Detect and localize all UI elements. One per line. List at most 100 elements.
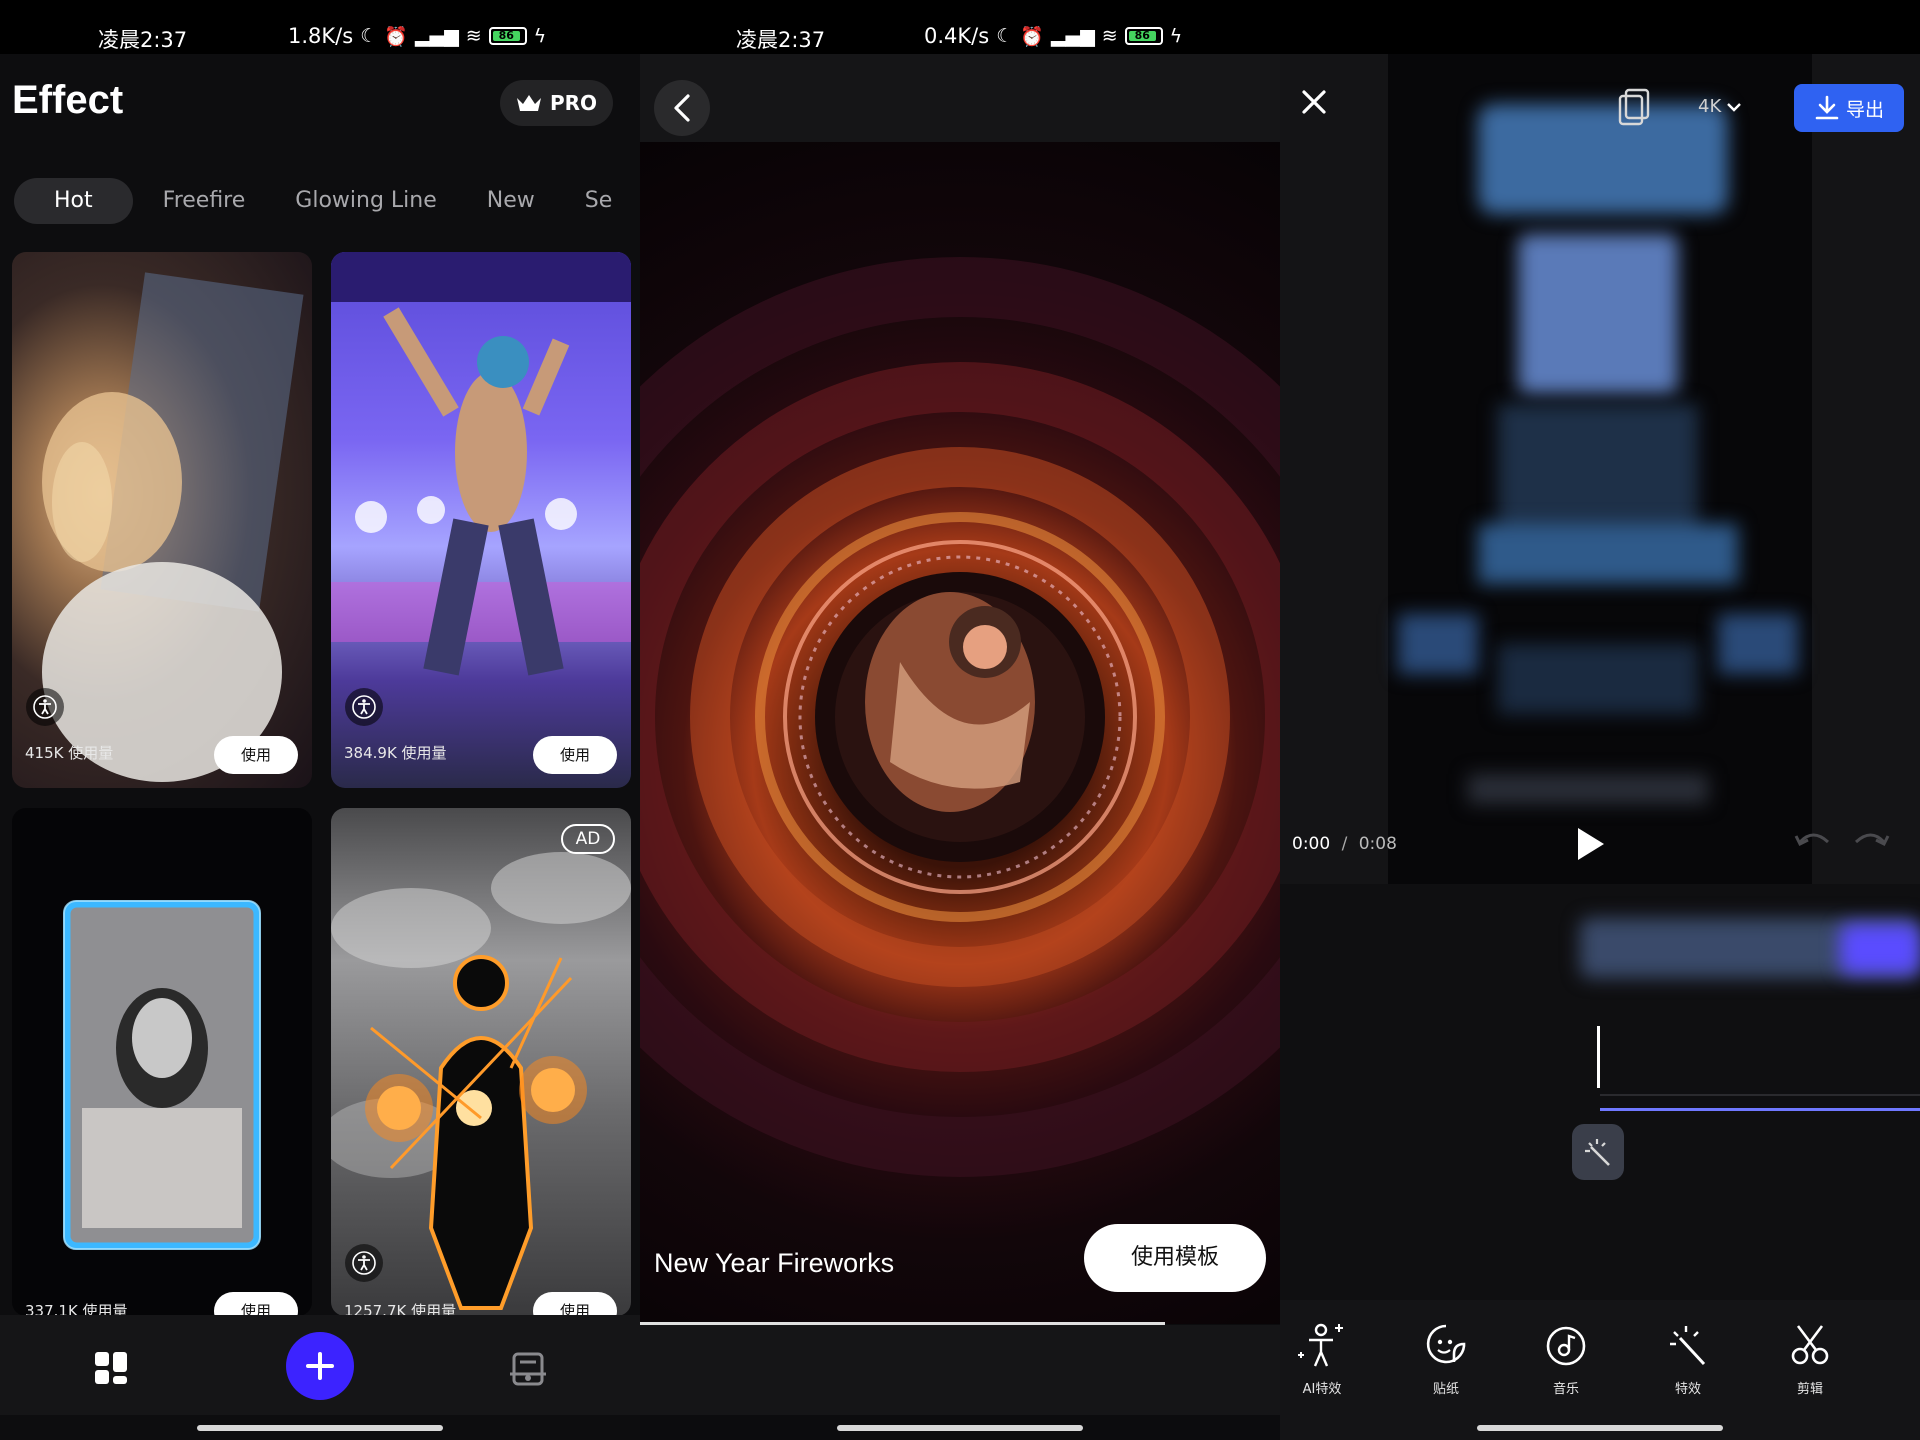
charging-icon: ϟ: [533, 25, 547, 47]
redo-icon[interactable]: [1852, 828, 1890, 854]
add-effect-button[interactable]: [1572, 1124, 1624, 1180]
status-icons: 0.4K/s ☾ ⏰ ▂▄▆ ≋ 86 ϟ: [924, 24, 1182, 48]
magic-wand-icon: [1670, 1326, 1706, 1366]
fireworks-tunnel-image: [640, 257, 1280, 1177]
time-separator: /: [1341, 834, 1348, 854]
status-time: 凌晨2:37: [736, 28, 826, 52]
effect-card[interactable]: 384.9K 使用量 使用: [331, 252, 631, 788]
page-title: Effect: [12, 78, 124, 122]
magic-wand-icon: [1585, 1139, 1610, 1166]
usage-count: 415K 使用量: [25, 744, 114, 762]
usage-count: 1257.7K 使用量: [344, 1302, 457, 1316]
network-speed: 1.8K/s: [288, 24, 354, 48]
current-time: 0:00: [1292, 834, 1331, 854]
charging-icon: ϟ: [1169, 25, 1183, 47]
moon-icon: ☾: [996, 25, 1014, 47]
nav-home-grid-icon[interactable]: [93, 1350, 129, 1390]
tool-music[interactable]: 音乐: [1526, 1322, 1606, 1397]
tool-label: 剪辑: [1796, 1382, 1823, 1397]
tool-label: 音乐: [1552, 1382, 1579, 1397]
usage-count: 384.9K 使用量: [344, 744, 447, 762]
effect-card[interactable]: AD 1257.7K 使用量 使用: [331, 808, 631, 1316]
use-button[interactable]: 使用: [214, 736, 298, 774]
close-icon: [1302, 90, 1326, 114]
create-plus-button[interactable]: [286, 1332, 354, 1400]
ad-badge: AD: [561, 824, 615, 854]
signal-icon: ▂▄▆: [1050, 25, 1095, 47]
ai-figure-icon: [1298, 1323, 1343, 1367]
alarm-icon: ⏰: [384, 25, 408, 48]
status-bar-blank: [1280, 0, 1920, 54]
use-template-button[interactable]: 使用模板: [1084, 1224, 1266, 1292]
tool-sticker[interactable]: 贴纸: [1406, 1322, 1486, 1397]
download-icon: [1815, 95, 1839, 120]
chevron-left-icon: [674, 94, 690, 122]
total-time: 0:08: [1358, 834, 1397, 854]
tab-partial[interactable]: Se: [565, 178, 626, 224]
home-indicator: [1477, 1425, 1723, 1431]
moon-icon: ☾: [360, 25, 378, 47]
timeline-area[interactable]: [1280, 884, 1920, 1300]
tool-label: AI特效: [1302, 1382, 1342, 1397]
tool-label: 特效: [1674, 1382, 1701, 1397]
tool-cut[interactable]: 剪辑: [1770, 1322, 1850, 1397]
wifi-icon: ≋: [1101, 25, 1118, 47]
tab-new[interactable]: New: [467, 178, 555, 224]
close-button[interactable]: [1300, 88, 1328, 120]
alarm-icon: ⏰: [1020, 25, 1044, 48]
use-button[interactable]: 使用: [214, 1292, 298, 1316]
nav-projects-icon[interactable]: [508, 1348, 548, 1392]
tool-ai-effect[interactable]: AI特效: [1282, 1322, 1362, 1397]
usage-count: 337.1K 使用量: [25, 1302, 128, 1316]
signal-icon: ▂▄▆: [414, 25, 459, 47]
tab-glowing-line[interactable]: Glowing Line: [275, 178, 456, 224]
effect-thumbnail-image: [63, 900, 261, 1250]
effect-gallery-screen: 凌晨2:37 1.8K/s ☾ ⏰ ▂▄▆ ≋ 86 ϟ Effect PRO …: [0, 0, 640, 1440]
video-editor-screen: 4K 导出 0:00 / 0:08 AI特效 贴纸 音乐 特效 剪辑: [1280, 0, 1920, 1440]
export-label: 导出: [1845, 98, 1884, 121]
tool-label: 贴纸: [1432, 1382, 1459, 1397]
category-tabs: Hot Freefire Glowing Line New Se: [14, 178, 626, 224]
file-copy-icon[interactable]: [1618, 88, 1650, 130]
wifi-icon: ≋: [465, 25, 482, 47]
home-indicator: [197, 1425, 443, 1431]
playhead[interactable]: [1597, 1026, 1600, 1088]
network-speed: 0.4K/s: [924, 24, 990, 48]
resolution-selector[interactable]: 4K: [1698, 96, 1743, 117]
pro-button[interactable]: PRO: [500, 80, 613, 126]
use-button[interactable]: 使用: [533, 1292, 617, 1316]
plus-icon: [306, 1352, 334, 1380]
scissors-icon: [1791, 1325, 1829, 1365]
tab-freefire[interactable]: Freefire: [143, 178, 266, 224]
resolution-value: 4K: [1698, 96, 1722, 117]
use-button[interactable]: 使用: [533, 736, 617, 774]
blurred-video-preview: [1388, 54, 1812, 884]
chevron-down-icon: [1727, 102, 1742, 112]
effect-card[interactable]: 337.1K 使用量 使用: [12, 808, 312, 1316]
top-bar: [640, 54, 1280, 142]
template-title: New Year Fireworks: [654, 1248, 895, 1278]
play-icon: [1578, 828, 1604, 860]
effect-track[interactable]: [1600, 1108, 1920, 1111]
accessibility-icon: [345, 1244, 383, 1282]
sticker-icon: [1426, 1324, 1466, 1364]
effect-card[interactable]: 415K 使用量 使用: [12, 252, 312, 788]
back-button[interactable]: [654, 80, 710, 136]
accessibility-icon: [26, 688, 64, 726]
export-button[interactable]: 导出: [1794, 84, 1904, 132]
template-preview-video[interactable]: [640, 142, 1280, 1324]
time-readout: 0:00 / 0:08: [1292, 834, 1397, 854]
tool-effects[interactable]: 特效: [1648, 1322, 1728, 1397]
status-time: 凌晨2:37: [98, 28, 188, 52]
tab-hot[interactable]: Hot: [14, 178, 133, 224]
home-indicator: [837, 1425, 1083, 1431]
effect-thumbnail-image: [331, 852, 631, 1310]
battery-icon: 86: [488, 27, 527, 45]
crown-icon: [516, 95, 541, 111]
status-bar: 凌晨2:37 0.4K/s ☾ ⏰ ▂▄▆ ≋ 86 ϟ: [640, 0, 1280, 54]
music-icon: [1546, 1326, 1586, 1366]
play-button[interactable]: [1574, 826, 1606, 866]
status-icons: 1.8K/s ☾ ⏰ ▂▄▆ ≋ 86 ϟ: [288, 24, 546, 48]
undo-icon[interactable]: [1794, 828, 1832, 854]
pro-label: PRO: [549, 91, 598, 115]
